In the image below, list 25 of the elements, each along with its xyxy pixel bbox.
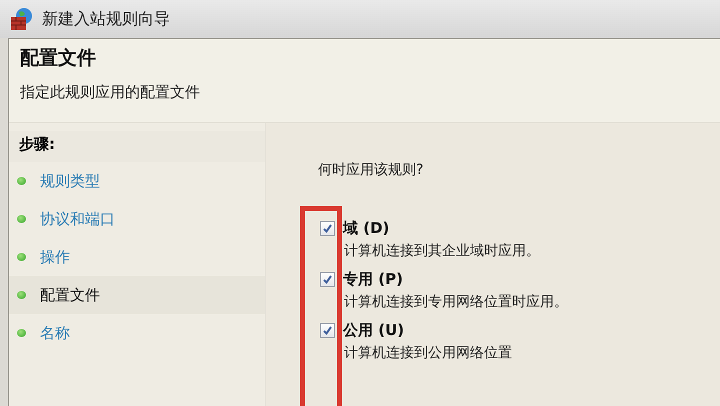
step-link[interactable]: 规则类型 bbox=[40, 172, 100, 190]
steps-heading: 步骤: bbox=[9, 131, 265, 162]
step-bullet-icon bbox=[17, 253, 26, 261]
step-bullet-icon bbox=[17, 177, 26, 185]
step-link[interactable]: 协议和端口 bbox=[40, 210, 115, 228]
firewall-icon bbox=[10, 7, 34, 31]
checkbox[interactable] bbox=[320, 272, 335, 287]
window-title: 新建入站规则向导 bbox=[42, 8, 170, 30]
checkbox[interactable] bbox=[320, 323, 335, 338]
checkbox-label[interactable]: 公用 (U) bbox=[343, 321, 404, 340]
profile-description: 计算机连接到专用网络位置时应用。 bbox=[344, 293, 569, 311]
step-link[interactable]: 操作 bbox=[40, 248, 70, 266]
profile-description: 计算机连接到公用网络位置 bbox=[344, 344, 513, 362]
profile-description: 计算机连接到其企业域时应用。 bbox=[344, 242, 541, 260]
checkbox-label[interactable]: 专用 (P) bbox=[343, 270, 403, 289]
page-subtitle: 指定此规则应用的配置文件 bbox=[20, 83, 201, 102]
step-link[interactable]: 名称 bbox=[40, 324, 70, 342]
step-link[interactable]: 配置文件 bbox=[40, 286, 100, 304]
question-text: 何时应用该规则? bbox=[318, 161, 424, 179]
step-bullet-icon bbox=[17, 215, 26, 223]
checkbox-label[interactable]: 域 (D) bbox=[343, 219, 390, 238]
step-bullet-icon bbox=[17, 291, 26, 299]
page-title: 配置文件 bbox=[20, 46, 97, 71]
step-bullet-icon bbox=[17, 329, 26, 337]
checkbox[interactable] bbox=[320, 221, 335, 236]
